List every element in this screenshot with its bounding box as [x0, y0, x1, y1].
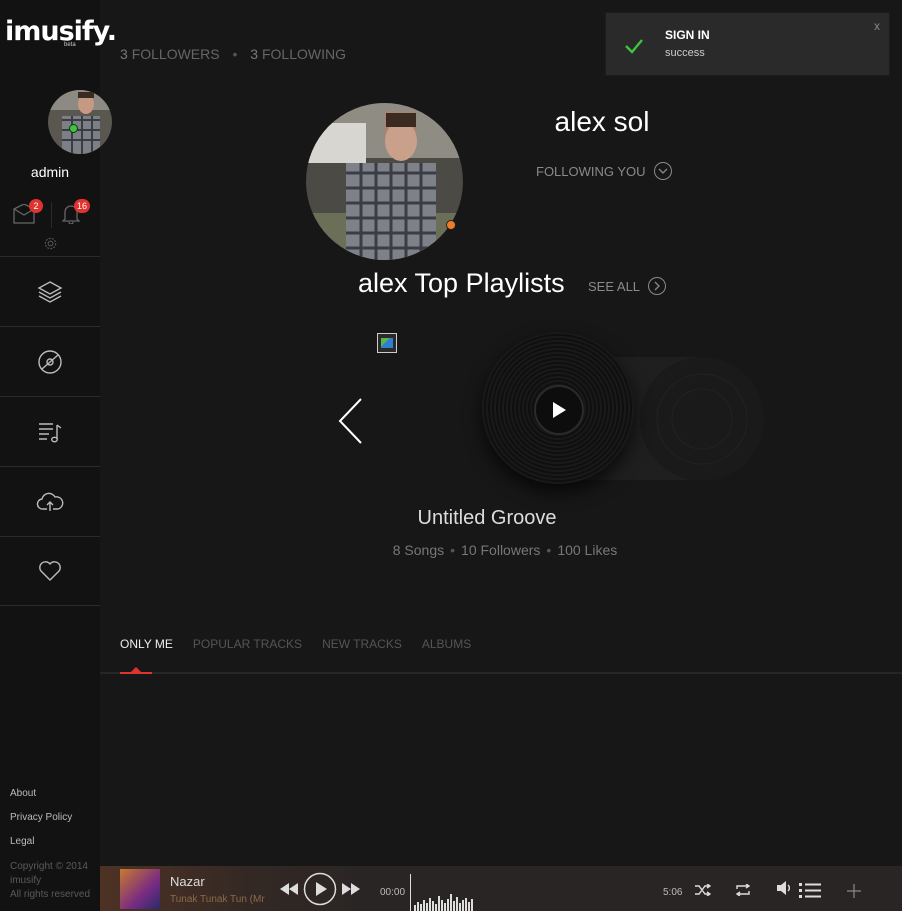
toast-title: SIGN IN: [665, 28, 710, 42]
separator-dot: •: [546, 542, 552, 558]
logo-beta: beta: [64, 42, 76, 48]
track-title[interactable]: Nazar: [170, 874, 205, 889]
track-duration: 5:06: [663, 887, 683, 898]
sidebar: imusify. beta admin 2 16 About Privacy P…: [0, 0, 117, 911]
rewind-icon: [280, 883, 298, 895]
chevron-left-icon: [338, 398, 362, 444]
nav-likes[interactable]: [0, 536, 100, 606]
playlist-title[interactable]: Untitled Groove: [387, 507, 587, 530]
tabs-divider: [100, 672, 902, 674]
copyright-text: Copyright © 2014 imusify: [10, 861, 88, 886]
toast-message: success: [665, 47, 705, 59]
see-all-link[interactable]: SEE ALL: [588, 277, 667, 295]
profile-avatar: [306, 103, 463, 260]
playlist-songs: 8 Songs: [392, 542, 445, 558]
chevron-right-icon: [648, 277, 667, 295]
shuffle-button[interactable]: [695, 883, 712, 901]
playlist-followers: 10 Followers: [461, 542, 541, 558]
nav-playlist[interactable]: [0, 396, 100, 466]
copyright: Copyright © 2014 imusify All rights rese…: [10, 860, 95, 902]
sign-in-toast: SIGN IN success x: [605, 12, 890, 76]
top-playlists-title: alex Top Playlists: [358, 268, 565, 298]
privacy-policy-link[interactable]: Privacy Policy: [10, 812, 100, 836]
messages-badge: 2: [29, 199, 43, 213]
chevron-down-icon: [653, 162, 672, 180]
profile-name: alex sol: [554, 106, 650, 137]
online-status-dot: [69, 124, 78, 133]
layers-icon: [37, 280, 63, 303]
sidebar-avatar[interactable]: [48, 90, 112, 154]
broken-image-icon: [377, 333, 397, 353]
playlist-likes: 100 Likes: [557, 542, 618, 558]
separator-dot: •: [450, 542, 456, 558]
followers-link[interactable]: 3 FOLLOWERS: [120, 46, 220, 62]
play-icon: [553, 402, 566, 418]
legal-link[interactable]: Legal: [10, 836, 100, 860]
volume-button[interactable]: [777, 881, 793, 900]
carousel-prev-button[interactable]: [336, 397, 366, 445]
notifications-badge: 16: [74, 199, 91, 213]
play-playlist-button[interactable]: [534, 385, 584, 435]
fast-forward-icon: [342, 883, 360, 895]
away-status-dot: [446, 220, 456, 230]
player-bar: Nazar Tunak Tunak Tun (Mr 00:00 5:06: [100, 866, 902, 911]
track-cover[interactable]: [120, 869, 160, 909]
nav-upload[interactable]: [0, 466, 100, 536]
following-count: 3: [250, 46, 259, 62]
queue-button[interactable]: [799, 882, 821, 903]
play-icon: [303, 872, 337, 906]
followers-label: FOLLOWERS: [131, 46, 220, 62]
vinyl-icon: [38, 349, 62, 374]
elapsed-time: 00:00: [380, 887, 406, 898]
play-button[interactable]: [303, 872, 337, 911]
tab-albums[interactable]: ALBUMS: [422, 637, 471, 651]
fast-forward-button[interactable]: [342, 882, 360, 900]
following-label: FOLLOWING: [261, 46, 346, 62]
separator-dot: •: [232, 46, 238, 62]
following-you-label: FOLLOWING YOU: [536, 163, 646, 179]
about-link[interactable]: About: [10, 788, 100, 812]
checkmark-icon: [625, 39, 643, 54]
volume-icon: [777, 881, 790, 895]
tab-only-me[interactable]: ONLY ME: [120, 637, 173, 651]
following-link[interactable]: 3 FOLLOWING: [250, 46, 346, 62]
rights-text: All rights reserved: [10, 889, 91, 900]
rewind-button[interactable]: [280, 882, 298, 900]
track-artist[interactable]: Tunak Tunak Tun (Mr: [170, 894, 265, 905]
footer-links: About Privacy Policy Legal: [10, 788, 100, 860]
playlist-meta: 8 Songs • 10 Followers • 100 Likes: [340, 542, 670, 558]
nav-layers[interactable]: [0, 256, 100, 326]
track-tabs: ONLY ME POPULAR TRACKS NEW TRACKS ALBUMS: [120, 637, 471, 651]
followers-count: 3: [120, 46, 128, 62]
waveform-progress[interactable]: [410, 874, 480, 911]
divider: [51, 202, 52, 228]
shuffle-icon: [695, 883, 712, 897]
cloud-upload-icon: [36, 492, 64, 511]
nav-vinyl[interactable]: [0, 326, 100, 396]
follow-stats: 3 FOLLOWERS • 3 FOLLOWING: [120, 46, 346, 62]
see-all-label: SEE ALL: [588, 278, 641, 294]
list-icon: [799, 883, 821, 898]
expand-player-button[interactable]: [847, 884, 861, 903]
tab-popular-tracks[interactable]: POPULAR TRACKS: [193, 637, 302, 651]
heart-icon: [39, 561, 61, 581]
following-you-toggle[interactable]: FOLLOWING YOU: [536, 162, 672, 180]
repeat-button[interactable]: [735, 883, 751, 901]
gear-icon[interactable]: [43, 236, 58, 256]
playlist-icon: [39, 422, 62, 442]
plus-icon: [847, 884, 861, 898]
sidebar-username[interactable]: admin: [0, 164, 100, 180]
tab-active-indicator: [120, 672, 152, 674]
toast-close-button[interactable]: x: [874, 19, 880, 33]
tab-new-tracks[interactable]: NEW TRACKS: [322, 637, 402, 651]
logo[interactable]: imusify.: [5, 16, 117, 47]
repeat-icon: [735, 883, 751, 897]
